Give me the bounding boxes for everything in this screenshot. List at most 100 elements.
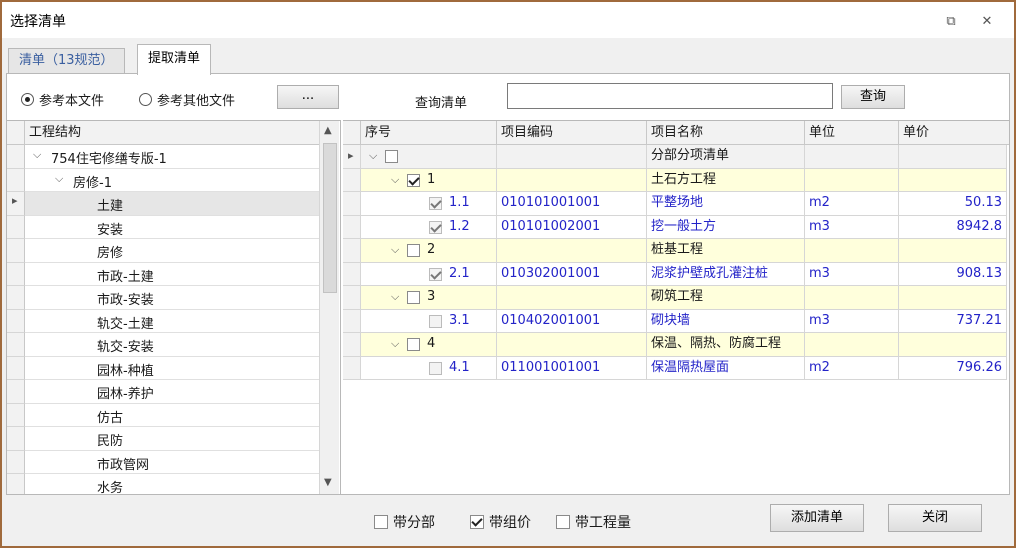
tree-row-header[interactable]	[7, 239, 25, 263]
scroll-up-icon[interactable]: ▲	[324, 125, 332, 136]
table-row[interactable]: 3.1 010402001001 砌块墙 m3 737.21	[343, 309, 1007, 333]
chevron-down-icon[interactable]: ⌵	[391, 286, 399, 308]
radio-this-file[interactable]: 参考本文件	[21, 90, 104, 109]
col-unit-header[interactable]: 单位	[805, 121, 899, 145]
tree-item[interactable]: 轨交-安装	[25, 333, 319, 357]
tree-scrollbar[interactable]: ▲ ▼	[319, 121, 339, 494]
tree-row-header[interactable]	[7, 356, 25, 380]
table-row[interactable]: 1.1 010101001001 平整场地 m2 50.13	[343, 192, 1007, 216]
table-row[interactable]: 1.2 010101002001 挖一般土方 m3 8942.8	[343, 215, 1007, 239]
tab-list-13-standard[interactable]: 清单（13规范）	[8, 48, 125, 74]
chevron-down-icon[interactable]: ⌵	[33, 148, 41, 162]
cell-price: 50.13	[899, 192, 1007, 216]
tree-item[interactable]: 安装	[25, 216, 319, 239]
table-row-header[interactable]	[343, 262, 361, 286]
with-price-checkbox[interactable]: 带组价	[470, 512, 531, 532]
cell-code: 010302001001	[497, 262, 647, 286]
row-checkbox[interactable]	[429, 361, 442, 375]
tree-item[interactable]: ⌵ 754住宅修缮专版-1	[25, 145, 319, 169]
row-seq-label: 1	[427, 171, 436, 187]
table-row[interactable]: 2.1 010302001001 泥浆护壁成孔灌注桩 m3 908.13	[343, 262, 1007, 286]
tree-item[interactable]: 仿古	[25, 404, 319, 427]
tree-item[interactable]: 轨交-土建	[25, 310, 319, 333]
tree-row-header[interactable]	[7, 474, 25, 494]
tree-item[interactable]: 市政管网	[25, 451, 319, 474]
chevron-down-icon[interactable]: ⌵	[391, 169, 399, 191]
close-icon[interactable]: ✕	[976, 10, 998, 32]
chevron-down-icon[interactable]: ⌵	[391, 333, 399, 355]
tab-extract-list[interactable]: 提取清单	[137, 44, 212, 75]
tree-item[interactable]: ⌵ 房修-1	[25, 169, 319, 192]
tree-item[interactable]: 土建	[25, 192, 319, 216]
chevron-down-icon[interactable]: ⌵	[369, 145, 377, 167]
table-row-header[interactable]: ▸	[343, 145, 361, 169]
row-checkbox[interactable]	[407, 173, 420, 187]
tree-row-header[interactable]: ▸	[7, 192, 25, 216]
tree-row-header[interactable]	[7, 333, 25, 357]
close-button[interactable]: 关闭	[888, 504, 982, 532]
table-row-header[interactable]	[343, 309, 361, 333]
chevron-down-icon[interactable]: ⌵	[391, 239, 399, 261]
tree-row-header[interactable]	[7, 427, 25, 451]
col-seq-header[interactable]: 序号	[361, 121, 497, 145]
row-checkbox[interactable]	[429, 220, 442, 234]
tree-item[interactable]: 园林-养护	[25, 380, 319, 404]
project-structure-tree: 工程结构 ⌵ 754住宅修缮专版-1 ⌵ 房修-1 ▸ 土建 安装 房修 市政-土建 市政-安装轨…	[7, 120, 341, 494]
tree-row-header[interactable]	[7, 309, 25, 333]
table-row-header[interactable]	[343, 356, 361, 380]
scroll-thumb[interactable]	[323, 143, 337, 293]
tree-row-header[interactable]	[7, 380, 25, 404]
table-group-row[interactable]: ⌵ 1 土石方工程	[343, 168, 1007, 192]
row-checkbox[interactable]	[385, 150, 398, 163]
col-name-header[interactable]: 项目名称	[647, 121, 805, 145]
query-input[interactable]	[507, 83, 833, 109]
tree-row-header[interactable]	[7, 168, 25, 192]
with-division-checkbox[interactable]: 带分部	[374, 512, 435, 532]
tree-row-header[interactable]	[7, 450, 25, 474]
tree-row-header[interactable]	[7, 145, 25, 169]
current-row-icon: ▸	[12, 194, 18, 207]
chevron-down-icon[interactable]: ⌵	[55, 172, 63, 186]
tree-item[interactable]: 水务	[25, 474, 319, 494]
tree-row-header[interactable]	[7, 403, 25, 427]
table-row-header[interactable]	[343, 192, 361, 216]
tree-row-header[interactable]	[7, 215, 25, 239]
table-row-header[interactable]	[343, 168, 361, 192]
table-row[interactable]: 4.1 011001001001 保温隔热屋面 m2 796.26	[343, 356, 1007, 380]
tree-item[interactable]: 市政-安装	[25, 286, 319, 310]
tree-item[interactable]: 房修	[25, 239, 319, 263]
row-checkbox[interactable]	[407, 244, 420, 257]
tree-item[interactable]: 民防	[25, 427, 319, 451]
cell-name: 保温、隔热、防腐工程	[647, 333, 805, 357]
query-button[interactable]: 查询	[841, 85, 905, 109]
row-checkbox[interactable]	[407, 338, 420, 351]
cell-unit	[805, 168, 899, 192]
with-quantity-checkbox[interactable]: 带工程量	[556, 512, 631, 532]
scroll-down-icon[interactable]: ▼	[324, 477, 332, 488]
table-group-row[interactable]: ⌵ 3 砌筑工程	[343, 286, 1007, 310]
row-checkbox[interactable]	[407, 291, 420, 304]
table-group-row[interactable]: ▸ ⌵ 分部分项清单	[343, 145, 1007, 169]
row-checkbox[interactable]	[429, 267, 442, 281]
tree-row-header[interactable]	[7, 286, 25, 310]
table-row-header[interactable]	[343, 286, 361, 310]
row-checkbox[interactable]	[429, 197, 442, 210]
table-row-header[interactable]	[343, 215, 361, 239]
cell-code: 011001001001	[497, 356, 647, 380]
col-code-header[interactable]: 项目编码	[497, 121, 647, 145]
radio-other-file[interactable]: 参考其他文件	[139, 90, 235, 109]
table-group-row[interactable]: ⌵ 4 保温、隔热、防腐工程	[343, 333, 1007, 357]
tree-item[interactable]: 市政-土建	[25, 263, 319, 286]
add-list-button[interactable]: 添加清单	[770, 504, 864, 532]
table-row-header[interactable]	[343, 333, 361, 357]
cell-price: 908.13	[899, 262, 1007, 286]
tree-item[interactable]: 园林-种植	[25, 357, 319, 380]
tree-row-header[interactable]	[7, 262, 25, 286]
col-price-header[interactable]: 单价	[899, 121, 1009, 145]
restore-icon[interactable]: ⧉	[940, 10, 962, 32]
current-row-icon: ▸	[348, 149, 354, 162]
row-checkbox[interactable]	[429, 314, 442, 328]
table-group-row[interactable]: ⌵ 2 桩基工程	[343, 239, 1007, 263]
table-row-header[interactable]	[343, 239, 361, 263]
browse-button[interactable]: ...	[277, 85, 339, 109]
